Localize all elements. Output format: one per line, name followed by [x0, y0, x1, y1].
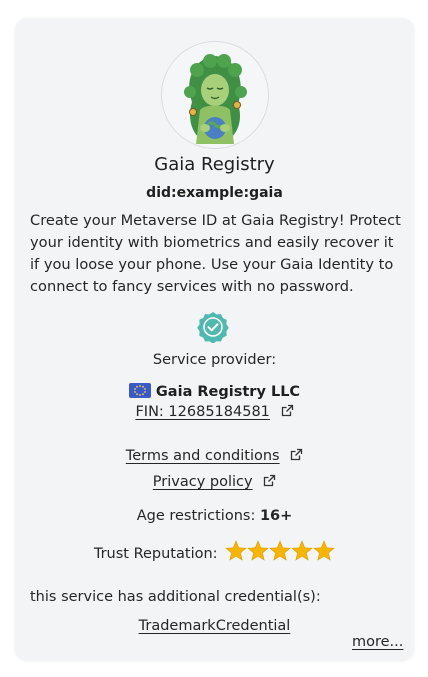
credential-row: TrademarkCredential [15, 618, 414, 634]
service-description: Create your Metaverse ID at Gaia Registr… [30, 212, 401, 295]
service-provider-label: Service provider: [152, 352, 277, 368]
service-name: Gaia Registry [154, 154, 275, 175]
provider-org: Gaia Registry LLC [15, 383, 414, 400]
credential-link[interactable]: TrademarkCredential [139, 618, 291, 634]
age-restriction-row: Age restrictions: 16+ [15, 508, 414, 524]
more-link[interactable]: more... [352, 634, 403, 650]
external-link-icon[interactable] [281, 404, 294, 417]
eu-flag-icon [128, 383, 151, 398]
service-did: did:example:gaia [146, 185, 283, 201]
star-icon [225, 540, 247, 561]
terms-link[interactable]: Terms and conditions [126, 448, 280, 464]
age-value: 16+ [259, 508, 293, 524]
terms-row: Terms and conditions [15, 448, 414, 464]
star-icon [269, 540, 291, 561]
privacy-row: Privacy policy [15, 474, 414, 490]
age-label: Age restrictions: [136, 508, 256, 524]
trust-reputation-row: Trust Reputation: [15, 540, 414, 562]
verified-badge-icon [197, 312, 229, 343]
trust-label: Trust Reputation: [93, 546, 218, 562]
credentials-label: this service has additional credential(s… [30, 589, 321, 605]
rating-stars [225, 540, 335, 561]
provider-fin-link[interactable]: FIN: 12685184581 [135, 404, 269, 420]
provider-fin-row: FIN: 12685184581 [15, 404, 414, 420]
star-icon [313, 540, 335, 561]
external-link-icon[interactable] [290, 448, 303, 461]
provider-org-name: Gaia Registry LLC [155, 384, 301, 400]
star-icon [247, 540, 269, 561]
external-link-icon[interactable] [263, 474, 276, 487]
star-icon [291, 540, 313, 561]
service-card: Gaia Registry did:example:gaia Create yo… [15, 18, 414, 660]
privacy-link[interactable]: Privacy policy [153, 474, 253, 490]
service-avatar [161, 41, 269, 149]
